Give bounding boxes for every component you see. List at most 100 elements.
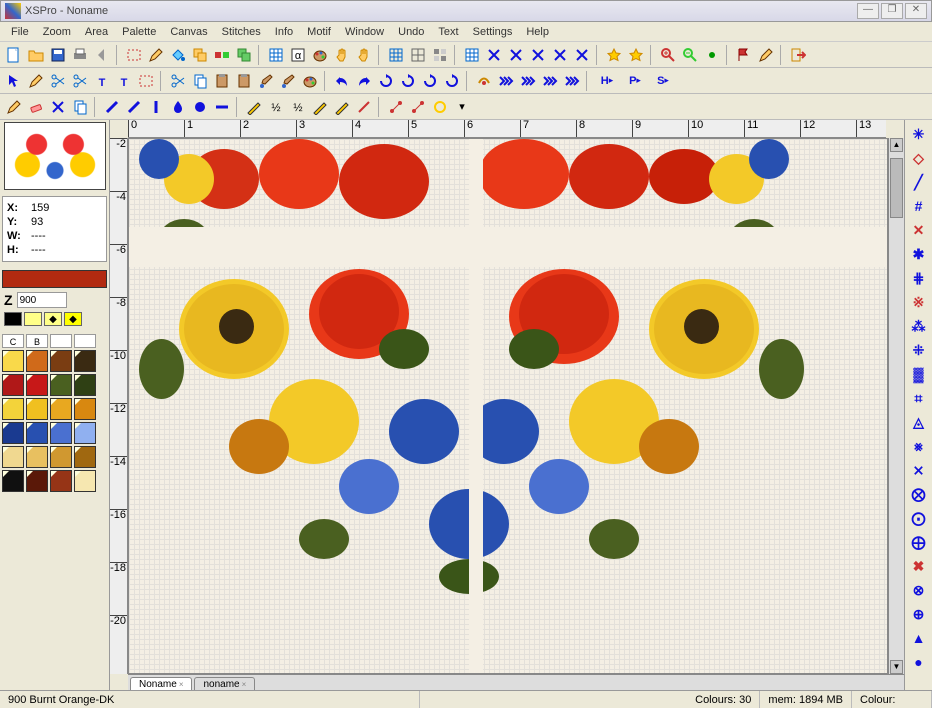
menu-help[interactable]: Help bbox=[519, 24, 556, 40]
palette-swatch-7[interactable] bbox=[74, 374, 96, 396]
stitch-type-20[interactable]: ⊕ bbox=[909, 604, 929, 624]
paste-icon-2[interactable] bbox=[234, 71, 254, 91]
fill-icon[interactable] bbox=[168, 45, 188, 65]
mode-p-button[interactable]: P▸ bbox=[622, 71, 648, 91]
palette-swatch-18[interactable] bbox=[50, 446, 72, 468]
horizontal-icon[interactable] bbox=[212, 97, 232, 117]
maximize-button[interactable]: ❐ bbox=[881, 3, 903, 19]
palette-swatch-13[interactable] bbox=[26, 422, 48, 444]
stitch-type-18[interactable]: ✖ bbox=[909, 556, 929, 576]
zoom-fit-icon[interactable] bbox=[702, 45, 722, 65]
zoom-out-icon[interactable] bbox=[680, 45, 700, 65]
minimize-button[interactable]: — bbox=[857, 3, 879, 19]
diag-icon[interactable] bbox=[354, 97, 374, 117]
stitch-type-17[interactable]: ⨁ bbox=[909, 532, 929, 552]
palette-swatch-14[interactable] bbox=[50, 422, 72, 444]
vertical-scrollbar[interactable]: ▲ ▼ bbox=[888, 138, 904, 674]
duplicate-green-icon[interactable] bbox=[234, 45, 254, 65]
stitch-type-9[interactable]: ⁜ bbox=[909, 340, 929, 360]
palette-swatch-19[interactable] bbox=[74, 446, 96, 468]
cross-icon-5[interactable] bbox=[572, 45, 592, 65]
scroll-thumb-v[interactable] bbox=[890, 158, 903, 218]
pencil-icon[interactable] bbox=[146, 45, 166, 65]
palette-swatch-8[interactable] bbox=[2, 398, 24, 420]
stitch-type-11[interactable]: ⌗ bbox=[909, 388, 929, 408]
palette-header-1[interactable]: B bbox=[26, 334, 48, 348]
brush-icon-2[interactable] bbox=[278, 71, 298, 91]
save-icon[interactable] bbox=[48, 45, 68, 65]
stitch-type-12[interactable]: ◬ bbox=[909, 412, 929, 432]
quarter-icon[interactable]: ½ bbox=[288, 97, 308, 117]
pen-1-icon[interactable] bbox=[244, 97, 264, 117]
rotate-icon-2[interactable] bbox=[398, 71, 418, 91]
palette-swatch-23[interactable] bbox=[74, 470, 96, 492]
text-icon-2[interactable]: T bbox=[114, 71, 134, 91]
stitch-type-15[interactable]: ⨂ bbox=[909, 484, 929, 504]
menu-palette[interactable]: Palette bbox=[115, 24, 163, 40]
stitch-type-1[interactable]: ◇ bbox=[909, 148, 929, 168]
copy-icon[interactable] bbox=[190, 71, 210, 91]
symbols-icon[interactable]: α bbox=[288, 45, 308, 65]
stitch-type-6[interactable]: ⋕ bbox=[909, 268, 929, 288]
vertical-icon[interactable] bbox=[146, 97, 166, 117]
half-icon[interactable]: ½ bbox=[266, 97, 286, 117]
palette-swatch-3[interactable] bbox=[74, 350, 96, 372]
tab-noname[interactable]: Noname× bbox=[130, 677, 192, 690]
stitch-type-7[interactable]: ※ bbox=[909, 292, 929, 312]
edit-icon[interactable] bbox=[756, 45, 776, 65]
palette-swatch-4[interactable] bbox=[2, 374, 24, 396]
flag-icon[interactable] bbox=[734, 45, 754, 65]
backstitch-icon-2[interactable] bbox=[124, 97, 144, 117]
palette-swatch-1[interactable] bbox=[26, 350, 48, 372]
menu-canvas[interactable]: Canvas bbox=[163, 24, 214, 40]
mode-s-button[interactable]: S▸ bbox=[650, 71, 676, 91]
knot-icon[interactable] bbox=[190, 97, 210, 117]
marquee-icon[interactable] bbox=[136, 71, 156, 91]
palette-swatch-12[interactable] bbox=[2, 422, 24, 444]
marker-3[interactable]: ◆ bbox=[64, 312, 82, 326]
cross-icon-4[interactable] bbox=[550, 45, 570, 65]
cut-icon[interactable] bbox=[48, 71, 68, 91]
menu-area[interactable]: Area bbox=[78, 24, 115, 40]
node-icon-2[interactable] bbox=[408, 97, 428, 117]
marker-2[interactable]: ◆ bbox=[44, 312, 62, 326]
palette-swatch-11[interactable] bbox=[74, 398, 96, 420]
canvas[interactable] bbox=[128, 138, 888, 674]
menu-settings[interactable]: Settings bbox=[466, 24, 520, 40]
node-icon[interactable] bbox=[386, 97, 406, 117]
thread-code-input[interactable] bbox=[17, 292, 67, 308]
stitch-type-21[interactable]: ▲ bbox=[909, 628, 929, 648]
backstitch-icon[interactable] bbox=[102, 97, 122, 117]
palette-icon-2[interactable] bbox=[300, 71, 320, 91]
stitch-type-10[interactable]: ▓ bbox=[909, 364, 929, 384]
stitch-row-icon-3[interactable] bbox=[540, 71, 560, 91]
menu-file[interactable]: File bbox=[4, 24, 36, 40]
menu-stitches[interactable]: Stitches bbox=[215, 24, 268, 40]
stitch-type-19[interactable]: ⊗ bbox=[909, 580, 929, 600]
stitch-type-2[interactable]: ╱ bbox=[909, 172, 929, 192]
current-color-swatch[interactable] bbox=[2, 270, 107, 288]
x-stitch-icon[interactable] bbox=[48, 97, 68, 117]
undo-icon[interactable] bbox=[332, 71, 352, 91]
redo-icon[interactable] bbox=[354, 71, 374, 91]
stitch-type-3[interactable]: # bbox=[909, 196, 929, 216]
menu-window[interactable]: Window bbox=[338, 24, 391, 40]
palette-swatch-0[interactable] bbox=[2, 350, 24, 372]
stitch-type-16[interactable]: ⨀ bbox=[909, 508, 929, 528]
palette-swatch-5[interactable] bbox=[26, 374, 48, 396]
hand-icon[interactable] bbox=[332, 45, 352, 65]
duplicate-icon[interactable] bbox=[190, 45, 210, 65]
star-icon-2[interactable] bbox=[626, 45, 646, 65]
hand-icon-2[interactable] bbox=[354, 45, 374, 65]
new-file-icon[interactable] bbox=[4, 45, 24, 65]
palette-swatch-17[interactable] bbox=[26, 446, 48, 468]
ring-icon[interactable] bbox=[430, 97, 450, 117]
palette-header-0[interactable]: C bbox=[2, 334, 24, 348]
menu-zoom[interactable]: Zoom bbox=[36, 24, 78, 40]
scroll-up-arrow[interactable]: ▲ bbox=[890, 138, 903, 152]
dropdown-icon[interactable]: ▾ bbox=[452, 97, 472, 117]
cross-icon[interactable] bbox=[484, 45, 504, 65]
mode-h-button[interactable]: H▸ bbox=[594, 71, 620, 91]
palette-swatch-9[interactable] bbox=[26, 398, 48, 420]
stitch-row-icon-2[interactable] bbox=[518, 71, 538, 91]
